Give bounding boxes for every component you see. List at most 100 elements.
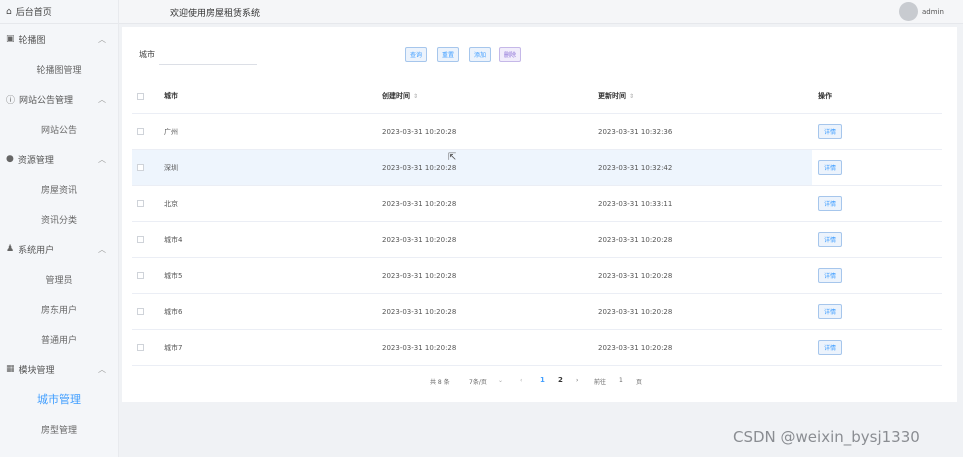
search-button[interactable]: 查询 bbox=[405, 47, 428, 62]
row-checkbox[interactable] bbox=[137, 344, 144, 351]
sidebar-group-carousel[interactable]: ▣ 轮播图 ︿ bbox=[0, 24, 118, 54]
row-checkbox[interactable] bbox=[137, 308, 144, 315]
cell-city: 深圳 bbox=[164, 163, 178, 172]
column-header-created[interactable]: 创建时间 ⇕ bbox=[382, 79, 418, 113]
sidebar-home-label: 后台首页 bbox=[15, 8, 52, 18]
detail-button[interactable]: 详情 bbox=[818, 268, 843, 283]
page-1[interactable]: 1 bbox=[540, 376, 545, 384]
cell-city: 城市6 bbox=[164, 307, 183, 316]
pagination-total: 共 8 条 bbox=[430, 379, 450, 386]
row-checkbox[interactable] bbox=[137, 128, 144, 135]
username[interactable]: admin bbox=[922, 8, 944, 16]
table-row[interactable]: 城市4 2023-03-31 10:20:28 2023-03-31 10:20… bbox=[132, 222, 942, 258]
sidebar-group-system-user[interactable]: ♟ 系统用户 ︿ bbox=[0, 234, 118, 264]
sidebar-item-city-manage[interactable]: 城市管理 bbox=[0, 384, 118, 414]
sidebar-item-house-news[interactable]: 房屋资讯 bbox=[0, 174, 118, 204]
table-row[interactable]: 深圳 2023-03-31 10:20:28 2023-03-31 10:32:… bbox=[132, 150, 942, 186]
select-all-checkbox[interactable] bbox=[137, 92, 144, 100]
sidebar-item-room-type[interactable]: 房型管理 bbox=[0, 414, 118, 444]
detail-button[interactable]: 详情 bbox=[818, 232, 843, 247]
table-row[interactable]: 北京 2023-03-31 10:20:28 2023-03-31 10:33:… bbox=[132, 186, 942, 222]
cell-updated: 2023-03-31 10:20:28 bbox=[598, 271, 673, 280]
cell-created: 2023-03-31 10:20:28 bbox=[382, 307, 457, 316]
cell-created: 2023-03-31 10:20:28 bbox=[382, 127, 457, 136]
image-icon: ▣ bbox=[6, 34, 15, 44]
delete-button[interactable]: 删除 bbox=[499, 47, 522, 62]
sidebar-home[interactable]: ⌂ 后台首页 bbox=[0, 0, 118, 24]
table-row[interactable]: 城市5 2023-03-31 10:20:28 2023-03-31 10:20… bbox=[132, 258, 942, 294]
column-header-city: 城市 bbox=[164, 92, 178, 100]
detail-button[interactable]: 详情 bbox=[818, 304, 843, 319]
next-page-icon[interactable]: › bbox=[576, 377, 578, 384]
cell-city: 广州 bbox=[164, 127, 178, 136]
table-row[interactable]: 城市7 2023-03-31 10:20:28 2023-03-31 10:20… bbox=[132, 330, 942, 366]
page-2[interactable]: 2 bbox=[558, 376, 563, 384]
home-icon: ⌂ bbox=[6, 6, 12, 17]
column-header-op: 操作 bbox=[818, 92, 832, 100]
sidebar-group-label: 轮播图 bbox=[18, 35, 46, 46]
detail-button[interactable]: 详情 bbox=[818, 160, 843, 175]
chevron-up-icon: ︿ bbox=[98, 154, 106, 164]
goto-label: 前往 bbox=[594, 379, 607, 386]
sidebar-group-module[interactable]: ▦ 模块管理 ︿ bbox=[0, 354, 118, 384]
row-checkbox[interactable] bbox=[137, 272, 144, 279]
cell-created: 2023-03-31 10:20:28 bbox=[382, 199, 457, 208]
row-checkbox[interactable] bbox=[137, 164, 144, 171]
sidebar-group-notice[interactable]: ⓘ 网站公告管理 ︿ bbox=[0, 84, 118, 114]
row-checkbox[interactable] bbox=[137, 236, 144, 243]
sidebar-group-label: 资源管理 bbox=[17, 155, 54, 166]
chevron-up-icon: ︿ bbox=[98, 364, 106, 374]
page-size-select[interactable]: 7条/页 bbox=[469, 377, 487, 386]
sidebar-group-label: 系统用户 bbox=[18, 245, 55, 256]
avatar[interactable] bbox=[899, 2, 918, 21]
sidebar-item-landlord[interactable]: 房东用户 bbox=[0, 294, 118, 324]
cell-updated: 2023-03-31 10:33:11 bbox=[598, 199, 673, 208]
detail-button[interactable]: 详情 bbox=[818, 340, 843, 355]
sidebar-item-carousel-manage[interactable]: 轮播图管理 bbox=[0, 54, 118, 84]
cell-updated: 2023-03-31 10:20:28 bbox=[598, 343, 673, 352]
detail-button[interactable]: 详情 bbox=[818, 196, 843, 211]
goto-unit: 页 bbox=[636, 379, 643, 386]
sidebar-item-admin[interactable]: 管理员 bbox=[0, 264, 118, 294]
sidebar-group-resource[interactable]: ● 资源管理 ︿ bbox=[0, 144, 118, 174]
info-icon: ⓘ bbox=[6, 95, 16, 106]
cell-updated: 2023-03-31 10:20:28 bbox=[598, 307, 673, 316]
sidebar-item-notice[interactable]: 网站公告 bbox=[0, 114, 118, 144]
column-header-updated[interactable]: 更新时间 ⇕ bbox=[598, 79, 634, 113]
chevron-up-icon: ︿ bbox=[98, 34, 106, 44]
cell-city: 城市5 bbox=[164, 271, 183, 280]
watermark: CSDN @weixin_bysj1330 bbox=[733, 428, 920, 446]
detail-button[interactable]: 详情 bbox=[818, 124, 843, 139]
add-button[interactable]: 添加 bbox=[469, 47, 492, 62]
cell-created: 2023-03-31 10:20:28 bbox=[382, 343, 457, 352]
table-row[interactable]: 城市6 2023-03-31 10:20:28 2023-03-31 10:20… bbox=[132, 294, 942, 330]
cell-updated: 2023-03-31 10:32:42 bbox=[598, 163, 673, 172]
city-table: 城市 创建时间 ⇕ 更新时间 ⇕ 操作 广州 2023-03-31 10:20:… bbox=[132, 79, 942, 366]
cell-updated: 2023-03-31 10:32:36 bbox=[598, 127, 673, 136]
chevron-up-icon: ︿ bbox=[98, 94, 106, 104]
city-filter-input[interactable] bbox=[159, 47, 257, 65]
user-icon: ♟ bbox=[6, 244, 15, 254]
cell-created: 2023-03-31 10:20:28 bbox=[382, 235, 457, 244]
column-header-label: 更新时间 bbox=[598, 92, 626, 100]
chevron-down-icon[interactable]: ⌄ bbox=[498, 377, 503, 384]
reset-button[interactable]: 重置 bbox=[437, 47, 460, 62]
cell-city: 城市7 bbox=[164, 343, 183, 352]
top-header: 欢迎使用房屋租赁系统 admin bbox=[119, 0, 963, 24]
goto-input[interactable]: 1 bbox=[619, 377, 623, 384]
sort-icon[interactable]: ⇕ bbox=[629, 93, 634, 100]
table-row[interactable]: 广州 2023-03-31 10:20:28 2023-03-31 10:32:… bbox=[132, 114, 942, 150]
sidebar-group-label: 网站公告管理 bbox=[19, 95, 74, 106]
sidebar-item-news-category[interactable]: 资讯分类 bbox=[0, 204, 118, 234]
page-title: 欢迎使用房屋租赁系统 bbox=[170, 9, 261, 19]
cursor-icon: ⇱ bbox=[448, 152, 457, 163]
main-content: 城市 查询 重置 添加 删除 城市 创建时间 ⇕ 更新时间 ⇕ 操作 广州 20… bbox=[122, 27, 957, 402]
prev-page-icon[interactable]: ‹ bbox=[520, 377, 522, 384]
row-checkbox[interactable] bbox=[137, 200, 144, 207]
cell-created: 2023-03-31 10:20:28 bbox=[382, 163, 457, 172]
sidebar-item-normal-user[interactable]: 普通用户 bbox=[0, 324, 118, 354]
grid-icon: ▦ bbox=[6, 364, 15, 374]
sidebar: ⌂ 后台首页 ▣ 轮播图 ︿ 轮播图管理 ⓘ 网站公告管理 ︿ 网站公告 ● 资… bbox=[0, 0, 119, 457]
sort-icon[interactable]: ⇕ bbox=[413, 93, 418, 100]
location-icon: ● bbox=[6, 154, 14, 164]
